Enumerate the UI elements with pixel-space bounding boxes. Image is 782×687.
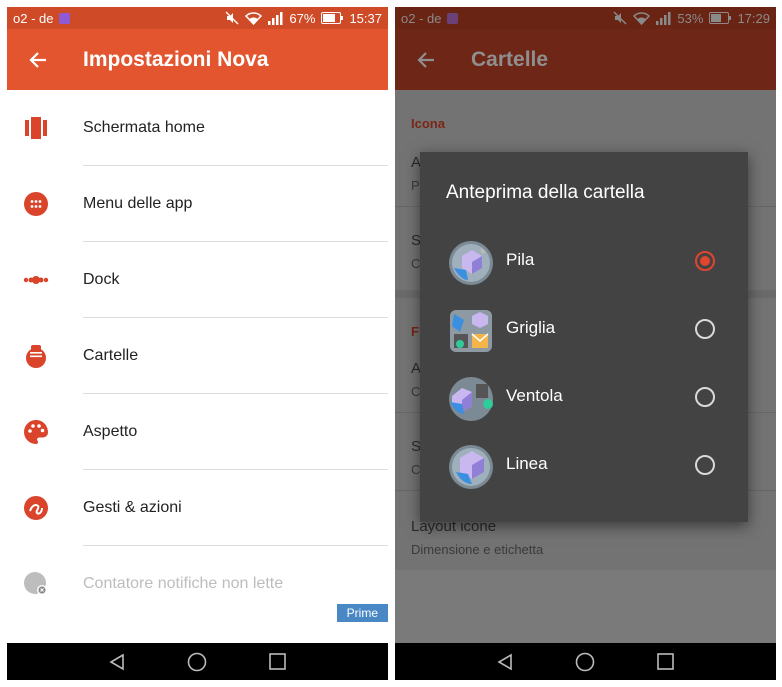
ventola-folder-preview-icon	[449, 377, 493, 421]
list-footer	[395, 570, 776, 643]
app-drawer-icon	[22, 190, 50, 218]
option-ventola[interactable]: Ventola	[420, 362, 748, 430]
nav-recents-button[interactable]	[654, 650, 678, 674]
section-header-icona: Icona	[411, 116, 445, 131]
folders-screen: o2 - de 53% 17:29 Cartelle Icona A P S C…	[395, 7, 776, 680]
folder-settings-list: Icona A P S C F A C S C Layout icone Dim…	[395, 90, 776, 643]
circle-home-icon	[576, 652, 595, 671]
back-arrow-icon	[417, 51, 434, 68]
nav-back-button[interactable]	[493, 650, 517, 674]
settings-item-label: Schermata home	[83, 119, 205, 136]
settings-item-unread-counter[interactable]: Contatore notifiche non lette Prime	[7, 546, 388, 622]
section-header-f: F	[411, 324, 419, 339]
settings-item-label: Cartelle	[83, 347, 139, 364]
option-label: Griglia	[506, 318, 556, 337]
back-button[interactable]	[7, 29, 69, 90]
wifi-icon	[245, 11, 263, 25]
settings-screen: o2 - de 67% 15:37 Impostazioni Nova Sche…	[7, 7, 388, 680]
option-linea[interactable]: Linea	[420, 430, 748, 498]
triangle-back-icon	[109, 653, 124, 670]
option-label: Ventola	[506, 386, 563, 405]
radio-unselected[interactable]	[695, 387, 715, 407]
triangle-back-icon	[497, 653, 512, 670]
settings-item-label: Menu delle app	[83, 195, 193, 212]
signal-icon	[656, 11, 671, 25]
settings-item-app-drawer[interactable]: Menu delle app	[7, 166, 388, 242]
folder-preview-dialog: Anteprima della cartella Pila Griglia Ve…	[420, 152, 748, 522]
navigation-bar	[7, 643, 388, 680]
option-pila[interactable]: Pila	[420, 226, 748, 294]
mute-icon	[613, 11, 627, 25]
griglia-folder-preview-icon	[450, 310, 492, 352]
settings-item-home[interactable]: Schermata home	[7, 90, 388, 166]
circle-home-icon	[188, 652, 207, 671]
palette-icon	[22, 418, 50, 446]
pila-folder-preview-icon	[449, 241, 493, 285]
square-recents-icon	[657, 653, 675, 670]
option-label: Linea	[506, 454, 548, 473]
wifi-icon	[633, 11, 651, 25]
prime-badge: Prime	[336, 604, 388, 622]
dock-icon	[22, 266, 50, 294]
setting-row-subtitle: C	[411, 384, 421, 399]
settings-item-appearance[interactable]: Aspetto	[7, 394, 388, 470]
settings-item-label: Aspetto	[83, 423, 138, 440]
nav-recents-button[interactable]	[266, 650, 290, 674]
page-title: Impostazioni Nova	[83, 47, 269, 71]
radio-selected[interactable]	[695, 251, 715, 271]
option-griglia[interactable]: Griglia	[420, 294, 748, 362]
carrier-label: o2 - de	[401, 10, 442, 26]
home-screen-icon	[22, 114, 50, 142]
settings-item-gestures[interactable]: Gesti & azioni	[7, 470, 388, 546]
notification-counter-icon	[22, 570, 50, 598]
back-button[interactable]	[395, 29, 457, 90]
gestures-icon	[22, 494, 50, 522]
mute-icon	[225, 11, 239, 25]
app-bar: Cartelle	[395, 29, 776, 90]
page-title: Cartelle	[471, 47, 549, 71]
navigation-bar	[395, 643, 776, 680]
notification-icon	[447, 12, 459, 24]
notification-icon	[59, 12, 71, 24]
linea-folder-preview-icon	[449, 445, 493, 489]
nav-home-button[interactable]	[573, 650, 597, 674]
settings-item-label: Dock	[83, 271, 120, 288]
status-bar: o2 - de 53% 17:29	[395, 7, 776, 29]
back-arrow-icon	[29, 51, 46, 68]
setting-row-subtitle: C	[411, 462, 421, 477]
signal-icon	[268, 11, 283, 25]
nav-back-button[interactable]	[105, 650, 129, 674]
battery-percent: 67%	[289, 10, 316, 26]
clock: 15:37	[349, 10, 382, 26]
battery-icon	[321, 12, 344, 24]
battery-icon	[709, 12, 732, 24]
app-bar: Impostazioni Nova	[7, 29, 388, 90]
carrier-label: o2 - de	[13, 10, 54, 26]
setting-row-subtitle: Dimensione e etichetta	[411, 542, 544, 557]
status-bar: o2 - de 67% 15:37	[7, 7, 388, 29]
clock: 17:29	[737, 10, 770, 26]
settings-item-label: Contatore notifiche non lette	[83, 575, 284, 592]
settings-item-folders[interactable]: Cartelle	[7, 318, 388, 394]
settings-item-dock[interactable]: Dock	[7, 242, 388, 318]
radio-unselected[interactable]	[695, 455, 715, 475]
setting-row-subtitle: C	[411, 256, 421, 271]
settings-list: Schermata home Menu delle app Dock Carte…	[7, 90, 388, 622]
settings-item-label: Gesti & azioni	[83, 499, 182, 516]
folder-icon	[22, 342, 50, 370]
battery-percent: 53%	[677, 10, 704, 26]
dialog-title: Anteprima della cartella	[446, 182, 645, 203]
radio-unselected[interactable]	[695, 319, 715, 339]
nav-home-button[interactable]	[185, 650, 209, 674]
option-label: Pila	[506, 250, 535, 269]
setting-row-subtitle: P	[411, 178, 420, 193]
square-recents-icon	[269, 653, 287, 670]
